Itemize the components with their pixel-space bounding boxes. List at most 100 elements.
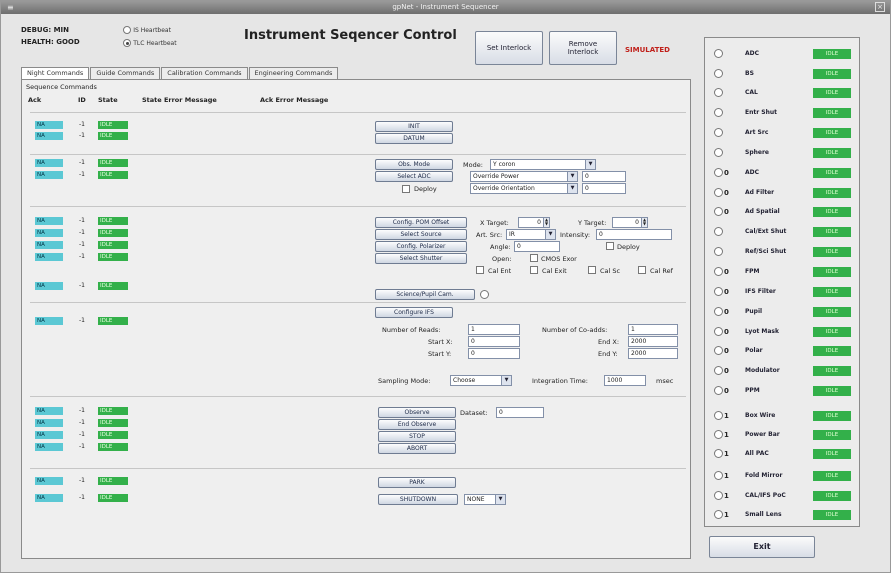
radio-selected-icon[interactable]: [123, 39, 131, 47]
spinner-arrows-icon[interactable]: ▲ ▼: [543, 218, 549, 227]
exit-button[interactable]: Exit: [709, 536, 815, 558]
sampling-mode-select[interactable]: Choose ▼: [450, 375, 512, 386]
state-status: IDLE: [98, 159, 128, 167]
deploy-checkbox[interactable]: [402, 185, 410, 193]
radio-icon[interactable]: [714, 188, 723, 197]
coadds-input[interactable]: 1: [628, 324, 678, 335]
select-adc-button[interactable]: Select ADC: [375, 171, 453, 182]
window-menu-icon[interactable]: ≡: [7, 1, 14, 14]
shutdown-button[interactable]: SHUTDOWN: [378, 494, 458, 505]
radio-icon[interactable]: [714, 168, 723, 177]
radio-icon[interactable]: [714, 510, 723, 519]
init-button[interactable]: INIT: [375, 121, 453, 132]
adc-power-input[interactable]: 0: [582, 171, 626, 182]
abort-button[interactable]: ABORT: [378, 443, 456, 454]
subsystem-status: IDLE: [813, 128, 851, 138]
start-x-input[interactable]: 0: [468, 336, 520, 347]
ack-status: NA: [35, 317, 63, 325]
radio-icon[interactable]: [714, 108, 723, 117]
radio-icon[interactable]: [714, 148, 723, 157]
radio-icon[interactable]: [714, 327, 723, 336]
subsystem-flag: 0: [724, 169, 729, 177]
subsystem-status: IDLE: [813, 148, 851, 158]
radio-icon[interactable]: [714, 267, 723, 276]
config-polarizer-button[interactable]: Config. Polarizer: [375, 241, 467, 252]
radio-icon[interactable]: [714, 430, 723, 439]
y-target-input[interactable]: 0 ▲ ▼: [612, 217, 648, 228]
select-source-button[interactable]: Select Source: [375, 229, 467, 240]
radio-icon[interactable]: [714, 247, 723, 256]
adc-override-orientation-select[interactable]: Override Orientation ▼: [470, 183, 578, 194]
config-pom-offset-button[interactable]: Config. POM Offset: [375, 217, 467, 228]
command-id: -1: [79, 229, 85, 236]
radio-icon[interactable]: [714, 69, 723, 78]
x-target-input[interactable]: 0 ▲ ▼: [518, 217, 550, 228]
mode-select[interactable]: Y coron ▼: [490, 159, 596, 170]
radio-icon[interactable]: [714, 207, 723, 216]
science-pupil-cam-button[interactable]: Science/Pupil Cam.: [375, 289, 475, 300]
radio-icon[interactable]: [714, 386, 723, 395]
subsystem-name: Entr Shut: [745, 109, 778, 116]
end-x-input[interactable]: 2000: [628, 336, 678, 347]
radio-icon[interactable]: [714, 227, 723, 236]
remove-interlock-button[interactable]: Remove Interlock: [549, 31, 617, 65]
subsystem-name: Ref/Sci Shut: [745, 248, 787, 255]
tab-calibration-commands[interactable]: Calibration Commands: [161, 67, 248, 79]
radio-icon[interactable]: [714, 491, 723, 500]
polarizer-deploy-checkbox[interactable]: [606, 242, 614, 250]
radio-icon[interactable]: [714, 128, 723, 137]
ack-status: NA: [35, 121, 63, 129]
heartbeat-option-is[interactable]: IS Heartbeat: [123, 26, 171, 34]
subsystem-row: 0 Modulator IDLE: [705, 365, 861, 377]
observe-section: NA -1 IDLE NA -1 IDLE NA -1 IDLE NA -1 I…: [30, 396, 686, 466]
command-id: -1: [79, 317, 85, 324]
cal-ref-checkbox[interactable]: [638, 266, 646, 274]
cal-ent-checkbox[interactable]: [476, 266, 484, 274]
stop-button[interactable]: STOP: [378, 431, 456, 442]
radio-icon[interactable]: [714, 307, 723, 316]
angle-input[interactable]: 0: [514, 241, 560, 252]
set-interlock-button[interactable]: Set Interlock: [475, 31, 543, 65]
select-shutter-button[interactable]: Select Shutter: [375, 253, 467, 264]
intensity-input[interactable]: 0: [596, 229, 672, 240]
end-observe-button[interactable]: End Observe: [378, 419, 456, 430]
close-icon[interactable]: ×: [875, 2, 885, 12]
radio-icon[interactable]: [714, 49, 723, 58]
obs-mode-section: NA -1 IDLE NA -1 IDLE Obs. Mode Mode: Y …: [30, 154, 686, 204]
y-target-label: Y Target:: [578, 219, 607, 227]
cmos-exor-checkbox[interactable]: [530, 254, 538, 262]
tab-guide-commands[interactable]: Guide Commands: [90, 67, 161, 79]
observe-button[interactable]: Observe: [378, 407, 456, 418]
subsystem-row: 0 IFS Filter IDLE: [705, 286, 861, 298]
datum-button[interactable]: DATUM: [375, 133, 453, 144]
radio-icon[interactable]: [714, 88, 723, 97]
obs-mode-button[interactable]: Obs. Mode: [375, 159, 453, 170]
cal-exit-checkbox[interactable]: [530, 266, 538, 274]
command-id: -1: [79, 494, 85, 501]
radio-icon[interactable]: [123, 26, 131, 34]
adc-override-power-select[interactable]: Override Power ▼: [470, 171, 578, 182]
spinner-arrows-icon[interactable]: ▲ ▼: [641, 218, 647, 227]
heartbeat-option-tlc[interactable]: TLC Heartbeat: [123, 39, 177, 47]
end-y-input[interactable]: 2000: [628, 348, 678, 359]
adc-orientation-input[interactable]: 0: [582, 183, 626, 194]
reads-input[interactable]: 1: [468, 324, 520, 335]
heartbeat-tlc-label: TLC Heartbeat: [133, 40, 177, 47]
art-src-select[interactable]: IR ▼: [506, 229, 556, 240]
integration-time-input[interactable]: 1000: [604, 375, 646, 386]
radio-icon[interactable]: [714, 366, 723, 375]
subsystem-name: Lyot Mask: [745, 328, 779, 335]
start-y-input[interactable]: 0: [468, 348, 520, 359]
cal-sc-checkbox[interactable]: [588, 266, 596, 274]
radio-icon[interactable]: [714, 449, 723, 458]
science-pupil-radio[interactable]: [480, 290, 489, 299]
configure-ifs-button[interactable]: Configure IFS: [375, 307, 453, 318]
radio-icon[interactable]: [714, 287, 723, 296]
radio-icon[interactable]: [714, 346, 723, 355]
radio-icon[interactable]: [714, 411, 723, 420]
dataset-input[interactable]: 0: [496, 407, 544, 418]
shutdown-select[interactable]: NONE ▼: [464, 494, 506, 505]
radio-icon[interactable]: [714, 471, 723, 480]
tab-engineering-commands[interactable]: Engineering Commands: [248, 67, 339, 79]
park-button[interactable]: PARK: [378, 477, 456, 488]
